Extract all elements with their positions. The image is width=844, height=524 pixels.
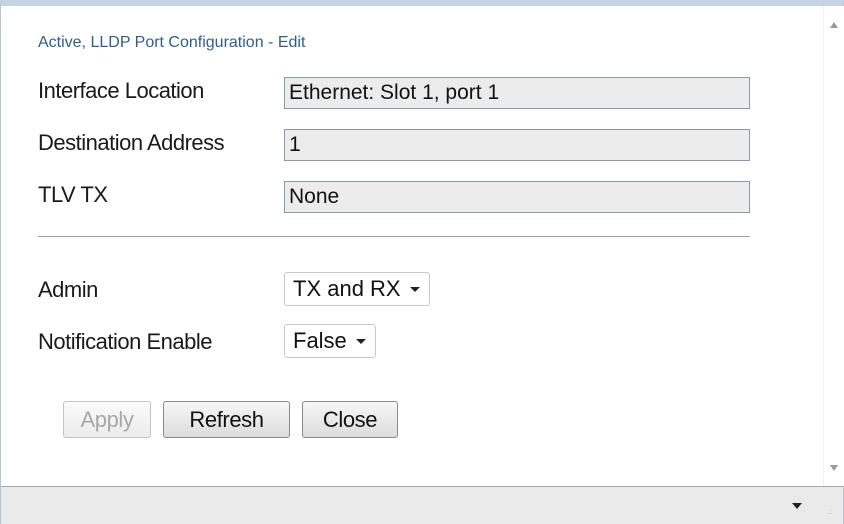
admin-select[interactable]: TX and RX: [284, 272, 430, 306]
status-bar: .:: [1, 486, 843, 524]
notification-enable-select[interactable]: False: [284, 324, 376, 358]
interface-location-field: Ethernet: Slot 1, port 1: [284, 77, 750, 109]
notification-enable-label: Notification Enable: [38, 329, 212, 354]
notification-enable-select-value: False: [293, 328, 347, 353]
tlv-tx-field: None: [284, 181, 750, 213]
close-button[interactable]: Close: [302, 401, 398, 438]
tlv-tx-label: TLV TX: [38, 182, 108, 207]
interface-location-label: Interface Location: [38, 78, 204, 103]
dropdown-caret-icon[interactable]: [792, 503, 802, 509]
dialog-content: Active, LLDP Port Configuration - Edit I…: [1, 6, 823, 486]
scroll-up-arrow-icon[interactable]: [830, 22, 838, 28]
section-divider: [38, 236, 750, 237]
chevron-down-icon: [355, 339, 366, 344]
lldp-port-config-dialog: Active, LLDP Port Configuration - Edit I…: [0, 0, 844, 524]
destination-address-label: Destination Address: [38, 130, 225, 155]
vertical-scrollbar[interactable]: [823, 6, 844, 486]
scroll-down-arrow-icon[interactable]: [830, 465, 838, 471]
chevron-down-icon: [409, 287, 420, 292]
admin-select-value: TX and RX: [293, 276, 401, 301]
admin-label: Admin: [38, 277, 98, 302]
refresh-button[interactable]: Refresh: [163, 401, 290, 438]
resize-grip-icon[interactable]: .:: [827, 508, 837, 519]
destination-address-field: 1: [284, 129, 750, 161]
apply-button[interactable]: Apply: [63, 401, 151, 438]
dialog-title: Active, LLDP Port Configuration - Edit: [38, 34, 306, 51]
